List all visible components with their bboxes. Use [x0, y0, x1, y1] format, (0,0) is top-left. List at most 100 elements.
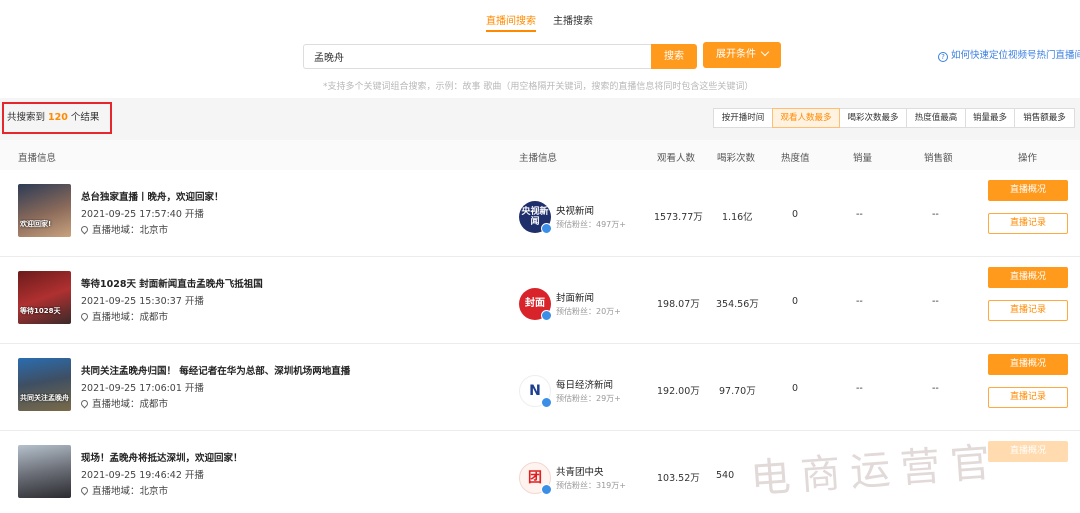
anchor-fans: 预估粉丝：319万+ — [556, 481, 626, 490]
sales-value: -- — [856, 296, 863, 307]
live-location: 直播地域：成都市 — [79, 309, 169, 323]
tab-live-search[interactable]: 直播间搜索 — [486, 12, 536, 32]
cheers-value: 97.70万 — [719, 386, 756, 397]
location-prefix: 直播地域： — [92, 312, 140, 323]
col-action: 操作 — [1018, 153, 1038, 164]
col-viewers: 观看人数 — [657, 153, 696, 164]
help-circle-icon: ? — [938, 52, 948, 62]
live-thumbnail[interactable] — [18, 445, 71, 498]
live-location: 直播地域：成都市 — [79, 396, 169, 410]
results-suffix: 个结果 — [70, 112, 100, 123]
table-header: 直播信息 主播信息 观看人数 喝彩次数 热度值 销量 销售额 操作 — [0, 140, 1080, 170]
live-title[interactable]: 现场！孟晚舟将抵达深圳，欢迎回家！ — [81, 450, 243, 464]
sort-revenue-button[interactable]: 销售额最多 — [1014, 108, 1075, 128]
viewers-value: 103.52万 — [657, 473, 700, 484]
help-link[interactable]: ? 如何快速定位视频号热门直播间 — [938, 47, 1080, 62]
chevron-down-icon — [760, 47, 770, 57]
location-city: 成都市 — [139, 399, 169, 410]
sales-value: -- — [856, 209, 863, 220]
search-tabs: 直播间搜索 主播搜索 — [0, 0, 1080, 34]
live-overview-button[interactable]: 直播概况 — [988, 354, 1068, 375]
location-pin-icon — [79, 311, 90, 322]
live-start-time: 2021-09-25 19:46:42 开播 — [81, 470, 204, 481]
revenue-value: -- — [932, 383, 939, 394]
sort-start-time-button[interactable]: 按开播时间 — [713, 108, 773, 128]
heat-value: 0 — [792, 383, 799, 394]
results-number: 120 — [48, 112, 68, 123]
table-row: 现场！孟晚舟将抵达深圳，欢迎回家！ 2021-09-25 19:46:42 开播… — [0, 431, 1080, 513]
location-pin-icon — [79, 398, 90, 409]
live-title[interactable]: 等待1028天 封面新闻直击孟晚舟飞抵祖国 — [81, 276, 263, 290]
anchor-name[interactable]: 封面新闻 — [556, 290, 594, 304]
viewers-value: 192.00万 — [657, 386, 700, 397]
thumbnail-caption: 共同关注孟晚舟 — [20, 394, 69, 402]
viewers-value: 1573.77万 — [654, 212, 703, 223]
live-thumbnail[interactable]: 共同关注孟晚舟 — [18, 358, 71, 411]
anchor-name[interactable]: 每日经济新闻 — [556, 377, 613, 391]
heat-value: 0 — [792, 209, 799, 220]
verified-badge-icon — [541, 223, 552, 234]
anchor-fans: 预估粉丝：497万+ — [556, 220, 626, 229]
verified-badge-icon — [541, 484, 552, 495]
table-row: 共同关注孟晚舟 共同关注孟晚舟归国！ 每经记者在华为总部、深圳机场两地直播 20… — [0, 344, 1080, 431]
live-thumbnail[interactable]: 等待1028天 — [18, 271, 71, 324]
sort-viewers-button[interactable]: 观看人数最多 — [772, 108, 840, 128]
verified-badge-icon — [541, 397, 552, 408]
anchor-name[interactable]: 央视新闻 — [556, 203, 594, 217]
live-start-time: 2021-09-25 17:06:01 开播 — [81, 383, 204, 394]
results-count: 共搜索到 120 个结果 — [2, 102, 112, 134]
location-prefix: 直播地域： — [92, 486, 140, 497]
table-row: 欢迎回家! 总台独家直播丨晚舟，欢迎回家！ 2021-09-25 17:57:4… — [0, 170, 1080, 257]
heat-value: 0 — [792, 296, 799, 307]
live-overview-button[interactable]: 直播概况 — [988, 180, 1068, 201]
col-revenue: 销售额 — [924, 153, 953, 164]
search-button[interactable]: 搜索 — [651, 44, 697, 69]
live-location: 直播地域：北京市 — [79, 483, 168, 497]
help-link-label: 如何快速定位视频号热门直播间 — [951, 50, 1080, 61]
anchor-fans: 预估粉丝：29万+ — [556, 394, 621, 403]
live-overview-button[interactable]: 直播概况 — [988, 267, 1068, 288]
anchor-name[interactable]: 共青团中央 — [556, 464, 604, 478]
location-prefix: 直播地域： — [92, 399, 140, 410]
location-prefix: 直播地域： — [92, 225, 140, 236]
thumbnail-caption: 等待1028天 — [20, 307, 61, 315]
col-cheers: 喝彩次数 — [717, 153, 756, 164]
revenue-value: -- — [932, 296, 939, 307]
sort-sales-button[interactable]: 销量最多 — [965, 108, 1015, 128]
search-input[interactable] — [303, 44, 651, 69]
sort-cheers-button[interactable]: 喝彩次数最多 — [839, 108, 907, 128]
live-title[interactable]: 总台独家直播丨晚舟，欢迎回家！ — [81, 189, 224, 203]
live-start-time: 2021-09-25 15:30:37 开播 — [81, 296, 204, 307]
revenue-value: -- — [932, 209, 939, 220]
tab-anchor-search[interactable]: 主播搜索 — [553, 12, 593, 32]
live-overview-button[interactable]: 直播概况 — [988, 441, 1068, 462]
sort-group: 按开播时间 观看人数最多 喝彩次数最多 热度值最高 销量最多 销售额最多 — [713, 108, 1075, 128]
col-live-info: 直播信息 — [18, 153, 57, 164]
anchor-fans: 预估粉丝：20万+ — [556, 307, 621, 316]
location-pin-icon — [79, 485, 90, 496]
thumbnail-caption: 欢迎回家! — [20, 220, 52, 228]
location-city: 成都市 — [139, 312, 169, 323]
search-hint: *支持多个关键词组合搜索，示例：故事 歌曲（用空格隔开关键词，搜索的直播信息将同… — [323, 82, 754, 92]
col-heat: 热度值 — [781, 153, 810, 164]
live-start-time: 2021-09-25 17:57:40 开播 — [81, 209, 204, 220]
expand-conditions-button[interactable]: 展开条件 — [703, 42, 781, 68]
sort-heat-button[interactable]: 热度值最高 — [906, 108, 966, 128]
verified-badge-icon — [541, 310, 552, 321]
live-record-button[interactable]: 直播记录 — [988, 213, 1068, 234]
cheers-value: 354.56万 — [716, 299, 759, 310]
cheers-value: 1.16亿 — [722, 212, 753, 223]
table-row: 等待1028天 等待1028天 封面新闻直击孟晚舟飞抵祖国 2021-09-25… — [0, 257, 1080, 344]
live-thumbnail[interactable]: 欢迎回家! — [18, 184, 71, 237]
sales-value: -- — [856, 383, 863, 394]
live-record-button[interactable]: 直播记录 — [988, 300, 1068, 321]
expand-conditions-label: 展开条件 — [716, 49, 756, 60]
live-location: 直播地域：北京市 — [79, 222, 168, 236]
viewers-value: 198.07万 — [657, 299, 700, 310]
live-record-button[interactable]: 直播记录 — [988, 387, 1068, 408]
results-prefix: 共搜索到 — [7, 112, 46, 123]
location-pin-icon — [79, 224, 90, 235]
col-sales: 销量 — [853, 153, 873, 164]
cheers-value: 540 — [716, 470, 735, 481]
live-title[interactable]: 共同关注孟晚舟归国！ 每经记者在华为总部、深圳机场两地直播 — [81, 363, 350, 377]
